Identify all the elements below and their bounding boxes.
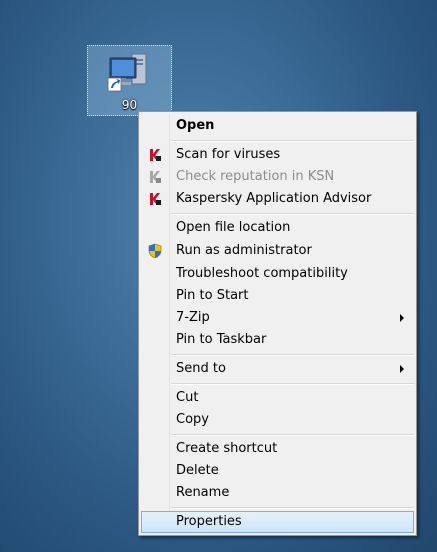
menu-item-label: Pin to Start <box>176 288 249 303</box>
menu-item-label: Kaspersky Application Advisor <box>176 191 372 206</box>
menu-item-open-file-location[interactable]: Open file location <box>141 217 414 239</box>
computer-shortcut-icon <box>107 53 147 92</box>
kaspersky-icon <box>150 171 161 183</box>
submenu-arrow-icon <box>400 365 404 373</box>
context-menu: Open Scan for viruses Check reputation i… <box>138 111 417 536</box>
menu-separator <box>171 507 414 509</box>
menu-item-label: Troubleshoot compatibility <box>176 266 348 281</box>
menu-item-label: Create shortcut <box>176 441 278 456</box>
menu-item-label: Copy <box>176 412 209 427</box>
menu-item-delete[interactable]: Delete <box>141 460 414 482</box>
menu-item-label: Properties <box>176 514 242 529</box>
desktop-icon-label: 90 <box>121 98 138 112</box>
menu-item-rename[interactable]: Rename <box>141 482 414 504</box>
menu-item-copy[interactable]: Copy <box>141 409 414 431</box>
desktop-shortcut-icon[interactable]: 90 <box>87 45 172 116</box>
menu-item-label: 7-Zip <box>176 310 210 325</box>
menu-item-label: Run as administrator <box>176 243 312 258</box>
menu-item-label: Delete <box>176 463 219 478</box>
menu-item-run-as-administrator[interactable]: Run as administrator <box>141 240 414 262</box>
menu-item-label: Rename <box>176 485 230 500</box>
menu-item-label: Cut <box>176 390 199 405</box>
menu-item-label: Send to <box>176 361 226 376</box>
menu-item-cut[interactable]: Cut <box>141 387 414 409</box>
menu-item-label: Scan for viruses <box>176 147 281 162</box>
menu-item-label: Check reputation in KSN <box>176 169 335 184</box>
menu-separator <box>171 213 414 215</box>
kaspersky-icon <box>150 149 161 161</box>
menu-item-label: Open file location <box>176 220 291 235</box>
menu-item-scan-for-viruses[interactable]: Scan for viruses <box>141 144 414 166</box>
submenu-arrow-icon <box>400 314 404 322</box>
menu-item-pin-to-taskbar[interactable]: Pin to Taskbar <box>141 329 414 351</box>
menu-item-pin-to-start[interactable]: Pin to Start <box>141 285 414 307</box>
menu-separator <box>171 383 414 385</box>
menu-separator <box>171 434 414 436</box>
menu-item-properties[interactable]: Properties <box>141 511 414 533</box>
kaspersky-icon <box>150 193 161 205</box>
menu-item-open[interactable]: Open <box>141 115 414 137</box>
menu-item-kaspersky-application-advisor[interactable]: Kaspersky Application Advisor <box>141 188 414 210</box>
menu-item-create-shortcut[interactable]: Create shortcut <box>141 438 414 460</box>
menu-item-send-to[interactable]: Send to <box>141 358 414 380</box>
menu-separator <box>171 140 414 142</box>
uac-shield-icon <box>148 243 162 259</box>
menu-item-label: Pin to Taskbar <box>176 332 267 347</box>
menu-item-check-reputation-in-ksn[interactable]: Check reputation in KSN <box>141 166 414 188</box>
menu-separator <box>171 354 414 356</box>
menu-item-label: Open <box>176 118 215 133</box>
menu-item-7-zip[interactable]: 7-Zip <box>141 307 414 329</box>
menu-item-troubleshoot-compatibility[interactable]: Troubleshoot compatibility <box>141 263 414 285</box>
